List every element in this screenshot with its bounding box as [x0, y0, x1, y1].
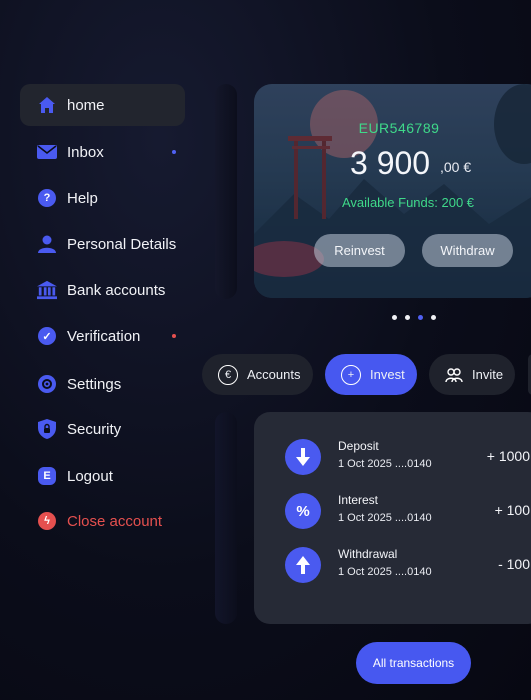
chip-label: Invite — [472, 367, 504, 382]
chip-label: Accounts — [247, 367, 301, 382]
unread-dot — [172, 150, 176, 154]
carousel-pager — [392, 315, 436, 320]
bank-icon — [37, 280, 57, 300]
chip-label: Invest — [370, 367, 405, 382]
alert-dot — [172, 334, 176, 338]
account-number: EUR546789 — [358, 120, 440, 136]
people-icon — [445, 366, 463, 384]
accounts-button[interactable]: € Accounts — [202, 354, 313, 395]
home-icon — [37, 95, 57, 115]
reinvest-button[interactable]: Reinvest — [314, 234, 405, 267]
pager-dot[interactable] — [392, 315, 397, 320]
transaction-title: Interest — [338, 493, 379, 507]
transactions-panel: Deposit 1 Oct 2025 ....0140 + 1000 % Int… — [254, 412, 531, 624]
transaction-row[interactable]: % Interest 1 Oct 2025 ....0140 + 100 — [285, 493, 531, 537]
sidebar-item-bank-accounts[interactable]: Bank accounts — [20, 269, 185, 311]
gear-icon — [37, 374, 57, 394]
mail-icon — [37, 142, 57, 162]
logout-icon: E — [37, 466, 57, 486]
arrow-up-icon — [285, 547, 321, 583]
sidebar-item-security[interactable]: Security — [20, 408, 185, 450]
sidebar-item-label: Close account — [67, 512, 163, 530]
sidebar-item-label: Logout — [67, 467, 113, 485]
balance-card[interactable]: EUR546789 3 900 ,00 € Available Funds: 2… — [254, 84, 531, 298]
invite-button[interactable]: Invite — [429, 354, 515, 395]
transaction-date: 1 Oct 2025 ....0140 — [338, 566, 432, 578]
sidebar-item-home[interactable]: home — [20, 84, 185, 126]
plus-icon: + — [341, 364, 361, 385]
sidebar-item-inbox[interactable]: Inbox — [20, 131, 185, 173]
sidebar-item-label: home — [67, 96, 105, 114]
sidebar-item-settings[interactable]: Settings — [20, 363, 185, 405]
transaction-title: Deposit — [338, 439, 379, 453]
transaction-amount: - 100 — [498, 556, 530, 572]
transaction-date: 1 Oct 2025 ....0140 — [338, 512, 432, 524]
pager-dot-active[interactable] — [418, 315, 423, 320]
user-icon — [37, 234, 57, 254]
sidebar-item-label: Bank accounts — [67, 281, 166, 299]
pager-dot[interactable] — [405, 315, 410, 320]
pager-dot[interactable] — [431, 315, 436, 320]
invest-button[interactable]: + Invest — [325, 354, 417, 395]
available-funds: Available Funds: 200 € — [342, 195, 475, 210]
sidebar-item-help[interactable]: ? Help — [20, 177, 185, 219]
sidebar-item-label: Security — [67, 420, 122, 438]
sidebar-item-label: Help — [67, 189, 98, 207]
percent-icon: % — [285, 493, 321, 529]
help-icon: ? — [37, 188, 57, 208]
transaction-date: 1 Oct 2025 ....0140 — [338, 458, 432, 470]
close-account-icon: ϟ — [37, 511, 57, 531]
sidebar-item-label: Settings — [67, 375, 122, 393]
sidebar-item-label: Personal Details — [67, 235, 177, 253]
transaction-title: Withdrawal — [338, 547, 398, 561]
side-panel-divider — [215, 84, 237, 299]
sidebar-item-close-account[interactable]: ϟ Close account — [20, 500, 185, 542]
transaction-amount: + 1000 — [486, 448, 530, 464]
all-transactions-button[interactable]: All transactions — [356, 642, 471, 684]
sidebar-item-personal-details[interactable]: Personal Details — [20, 223, 185, 265]
withdraw-button[interactable]: Withdraw — [422, 234, 513, 267]
sidebar-item-logout[interactable]: E Logout — [20, 455, 185, 497]
transaction-amount: + 100 — [494, 502, 530, 518]
arrow-down-icon — [285, 439, 321, 475]
sidebar-item-label: Inbox — [67, 143, 104, 161]
balance-amount: 3 900 — [350, 145, 431, 181]
shield-icon — [37, 419, 57, 439]
sidebar-item-label: Verification — [67, 327, 141, 345]
transaction-row[interactable]: Deposit 1 Oct 2025 ....0140 + 1000 — [285, 439, 531, 483]
euro-icon: € — [218, 364, 238, 385]
sidebar-item-verification[interactable]: ✓ Verification — [20, 315, 185, 357]
side-panel-divider — [215, 412, 237, 624]
transaction-row[interactable]: Withdrawal 1 Oct 2025 ....0140 - 100 — [285, 547, 531, 591]
check-icon: ✓ — [37, 326, 57, 346]
balance-cents: ,00 € — [440, 159, 472, 175]
